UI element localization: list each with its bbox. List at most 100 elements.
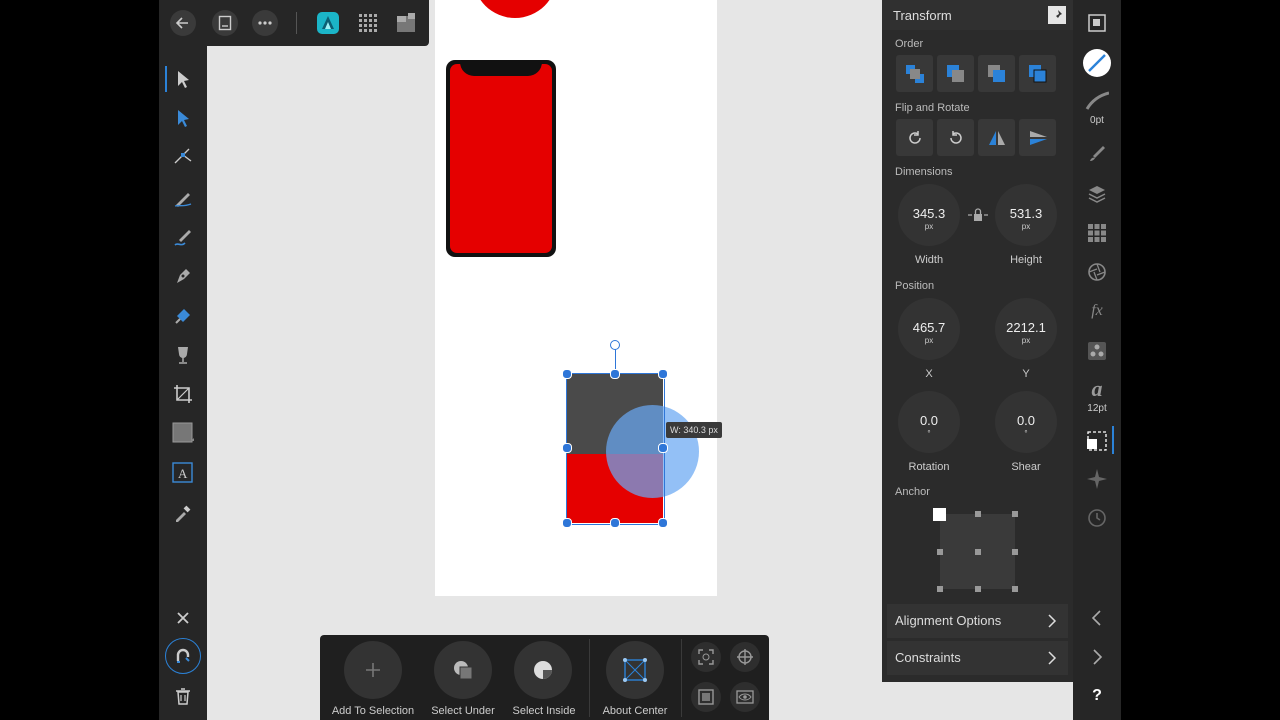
- snapping-button[interactable]: [165, 638, 201, 674]
- pencil-tool[interactable]: [171, 186, 195, 210]
- width-value: 345.3: [912, 206, 946, 221]
- select-inside-button[interactable]: [514, 641, 572, 699]
- document-icon: [218, 15, 232, 31]
- rectangle-tool[interactable]: [171, 421, 195, 445]
- anchor-point-left[interactable]: [937, 549, 943, 555]
- y-value: 2212.1: [1006, 320, 1046, 335]
- text-tool[interactable]: A: [171, 461, 195, 485]
- y-dial[interactable]: 2212.1 px: [995, 298, 1057, 360]
- designer-persona-button[interactable]: [316, 11, 340, 35]
- close-button[interactable]: [171, 606, 195, 630]
- pin-icon: [1053, 10, 1062, 21]
- help-button[interactable]: ?: [1085, 684, 1109, 708]
- color-picker-tool[interactable]: [171, 501, 195, 525]
- phone-notch: [460, 60, 542, 76]
- anchor-point-bottom-right[interactable]: [1012, 586, 1018, 592]
- resize-handle-left[interactable]: [562, 443, 572, 453]
- anchor-point-center[interactable]: [975, 549, 981, 555]
- pin-panel-button[interactable]: [1048, 6, 1066, 24]
- send-to-back-icon: [905, 64, 924, 83]
- adjustments-button[interactable]: [1085, 260, 1109, 284]
- width-dial[interactable]: 345.3 px: [898, 184, 960, 246]
- crop-icon: [174, 385, 192, 403]
- assets-button[interactable]: [1085, 339, 1109, 363]
- constraints-row[interactable]: Constraints: [887, 641, 1068, 675]
- move-tool[interactable]: [171, 67, 195, 91]
- shear-dial[interactable]: 0.0 °: [995, 391, 1057, 453]
- trash-icon: [176, 688, 190, 705]
- history-button[interactable]: [1085, 506, 1109, 530]
- rotation-handle[interactable]: [610, 340, 620, 350]
- resize-handle-right[interactable]: [658, 443, 668, 453]
- height-dial[interactable]: 531.3 px: [995, 184, 1057, 246]
- anchor-point-top[interactable]: [975, 511, 981, 517]
- node-tool[interactable]: [171, 106, 195, 130]
- back-button[interactable]: [170, 10, 196, 36]
- phone-shape[interactable]: [446, 60, 556, 257]
- rotate-right-button[interactable]: [896, 119, 933, 156]
- top-toolbar: [159, 0, 429, 46]
- collapse-right-button[interactable]: [1085, 645, 1109, 669]
- about-center-icon: [623, 658, 647, 682]
- transparency-tool[interactable]: [171, 343, 195, 367]
- collapse-left-button[interactable]: [1085, 606, 1109, 630]
- swatches-button[interactable]: [1085, 221, 1109, 245]
- resize-handle-top-left[interactable]: [562, 369, 572, 379]
- resize-handle-top[interactable]: [610, 369, 620, 379]
- snapping-panel-button[interactable]: [1085, 467, 1109, 491]
- anchor-point-top-left[interactable]: [933, 508, 946, 521]
- transform-button[interactable]: [1085, 429, 1109, 453]
- back-one-button[interactable]: [937, 55, 974, 92]
- about-center-button[interactable]: [606, 641, 664, 699]
- pixel-persona-button[interactable]: [357, 12, 379, 34]
- crosshair-button[interactable]: [730, 642, 760, 672]
- anchor-point-top-right[interactable]: [1012, 511, 1018, 517]
- vector-brush-tool[interactable]: [171, 225, 195, 249]
- pen-tool[interactable]: [171, 264, 195, 288]
- lock-aspect-button[interactable]: [967, 206, 989, 224]
- resize-handle-bottom[interactable]: [610, 518, 620, 528]
- layers-button[interactable]: [1085, 182, 1109, 206]
- width-unit: px: [924, 222, 934, 231]
- fill-tool[interactable]: [171, 304, 195, 328]
- character-button[interactable]: a: [1085, 376, 1109, 401]
- scale-content-button[interactable]: [691, 642, 721, 672]
- effects-button[interactable]: fx: [1085, 299, 1109, 323]
- anchor-point-bottom-left[interactable]: [937, 586, 943, 592]
- preview-button[interactable]: [730, 682, 760, 712]
- forward-one-button[interactable]: [978, 55, 1015, 92]
- anchor-point-right[interactable]: [1012, 549, 1018, 555]
- flip-vertical-button[interactable]: [1019, 119, 1056, 156]
- anchor-point-bottom[interactable]: [975, 586, 981, 592]
- crop-tool[interactable]: [171, 382, 195, 406]
- rotation-dial[interactable]: 0.0 °: [898, 391, 960, 453]
- resize-handle-bottom-right[interactable]: [658, 518, 668, 528]
- bounds-button[interactable]: [691, 682, 721, 712]
- select-under-button[interactable]: [434, 641, 492, 699]
- send-to-back-button[interactable]: [896, 55, 933, 92]
- stroke-button[interactable]: [1085, 89, 1109, 113]
- add-to-selection-button[interactable]: [344, 641, 402, 699]
- more-button[interactable]: [252, 10, 278, 36]
- brushes-button[interactable]: [1085, 141, 1109, 165]
- shear-unit: °: [1024, 429, 1028, 438]
- rotation-label: Rotation: [908, 461, 950, 473]
- corner-tool[interactable]: [171, 145, 195, 169]
- color-swatch-button[interactable]: [1083, 49, 1111, 77]
- flip-horizontal-button[interactable]: [978, 119, 1015, 156]
- transform-icon: [1087, 431, 1107, 451]
- resize-handle-bottom-left[interactable]: [562, 518, 572, 528]
- dimension-tooltip: W: 340.3 px: [666, 422, 722, 438]
- document-button[interactable]: [212, 10, 238, 36]
- x-dial[interactable]: 465.7 px: [898, 298, 960, 360]
- export-persona-button[interactable]: [395, 12, 417, 34]
- navigator-button[interactable]: [1085, 11, 1109, 35]
- corner-icon: [174, 148, 192, 164]
- rotate-left-button[interactable]: [937, 119, 974, 156]
- rectangle-icon: [172, 422, 194, 443]
- bring-to-front-button[interactable]: [1019, 55, 1056, 92]
- resize-handle-top-right[interactable]: [658, 369, 668, 379]
- delete-button[interactable]: [171, 684, 195, 708]
- alignment-options-row[interactable]: Alignment Options: [887, 604, 1068, 638]
- shear-value: 0.0: [1016, 413, 1036, 428]
